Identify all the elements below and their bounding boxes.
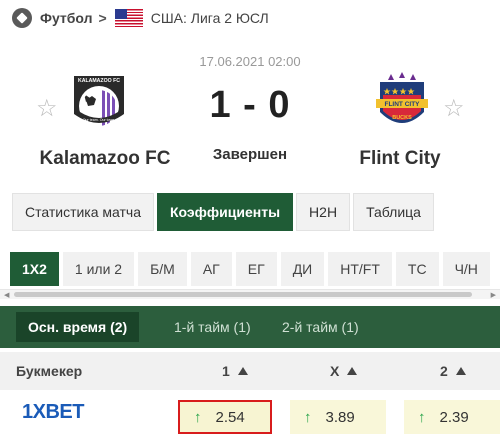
arrow-up-icon: ↑ xyxy=(194,408,202,426)
period-second-half[interactable]: 2-й тайм (1) xyxy=(270,312,371,342)
header-bookmaker: Букмекер xyxy=(16,363,83,379)
tab-match-stats[interactable]: Статистика матча xyxy=(12,193,155,231)
period-tabs: Осн. время (2) 1-й тайм (1) 2-й тайм (1) xyxy=(0,306,500,348)
odds-type-correct-score[interactable]: ТС xyxy=(395,252,439,286)
header-col-1-label: 1 xyxy=(222,363,230,379)
sort-up-icon[interactable] xyxy=(455,367,466,375)
match-tabs: Статистика матча Коэффициенты H2H Таблиц… xyxy=(12,193,437,231)
breadcrumb-league-link[interactable]: США: Лига 2 ЮСЛ xyxy=(151,10,269,26)
odds-type-1x2[interactable]: 1X2 xyxy=(10,252,59,286)
breadcrumb: Футбол > США: Лига 2 ЮСЛ xyxy=(0,0,500,36)
odds-type-over-under[interactable]: Б/М xyxy=(138,252,187,286)
scrollbar-thumb[interactable] xyxy=(14,292,472,297)
away-team-name[interactable]: Flint City xyxy=(340,148,460,170)
sort-up-icon[interactable] xyxy=(237,367,248,375)
header-col-x[interactable]: X xyxy=(330,363,358,379)
home-team-name[interactable]: Kalamazoo FC xyxy=(30,148,180,170)
odd-home-value: 2.54 xyxy=(215,408,245,426)
header-col-2[interactable]: 2 xyxy=(440,363,466,379)
odds-type-odd-even[interactable]: Ч/Н xyxy=(442,252,490,286)
table-row: 1XBET ↑ 2.54 ↑ 3.89 ↑ 2.39 xyxy=(0,392,500,437)
odd-draw[interactable]: ↑ 3.89 xyxy=(290,400,386,434)
chevron-right-icon: > xyxy=(98,10,107,26)
odds-type-ht-ft[interactable]: HT/FT xyxy=(328,252,392,286)
odds-type-european-handicap[interactable]: ЕГ xyxy=(235,252,277,286)
tab-standings[interactable]: Таблица xyxy=(353,193,434,231)
header-col-2-label: 2 xyxy=(440,363,448,379)
breadcrumb-sport-link[interactable]: Футбол xyxy=(40,10,93,26)
odd-away-win[interactable]: ↑ 2.39 xyxy=(404,400,500,434)
scroll-right-icon[interactable]: ▶ xyxy=(491,291,496,299)
header-col-1[interactable]: 1 xyxy=(222,363,248,379)
football-icon xyxy=(12,8,32,28)
odds-type-double-chance[interactable]: ДИ xyxy=(280,252,325,286)
tab-odds[interactable]: Коэффициенты xyxy=(157,193,294,231)
bookmaker-logo-text: 1XBET xyxy=(22,400,84,423)
arrow-up-icon: ↑ xyxy=(304,408,312,426)
match-datetime: 17.06.2021 02:00 xyxy=(199,54,301,69)
tab-h2h[interactable]: H2H xyxy=(296,193,351,231)
sort-up-icon[interactable] xyxy=(347,367,358,375)
odds-type-asian-handicap[interactable]: АГ xyxy=(190,252,232,286)
period-full-time[interactable]: Осн. время (2) xyxy=(16,312,140,342)
odd-away-value: 2.39 xyxy=(439,408,469,426)
odds-table-header: Букмекер 1 X 2 xyxy=(0,352,500,390)
horizontal-scrollbar[interactable]: ◀ ▶ xyxy=(0,289,500,299)
match-score: 1 - 0 xyxy=(209,84,291,126)
arrow-up-icon: ↑ xyxy=(418,408,426,426)
bookmaker-logo[interactable]: 1XBET xyxy=(22,398,120,426)
scroll-left-icon[interactable]: ◀ xyxy=(4,291,9,299)
usa-flag-icon xyxy=(114,9,143,27)
period-first-half[interactable]: 1-й тайм (1) xyxy=(162,312,263,342)
odd-draw-value: 3.89 xyxy=(325,408,355,426)
odd-home-win[interactable]: ↑ 2.54 xyxy=(178,400,272,434)
odds-type-12[interactable]: 1 или 2 xyxy=(62,252,135,286)
header-col-x-label: X xyxy=(330,363,340,379)
odds-type-tabs: 1X2 1 или 2 Б/М АГ ЕГ ДИ HT/FT ТС Ч/Н xyxy=(10,252,494,286)
